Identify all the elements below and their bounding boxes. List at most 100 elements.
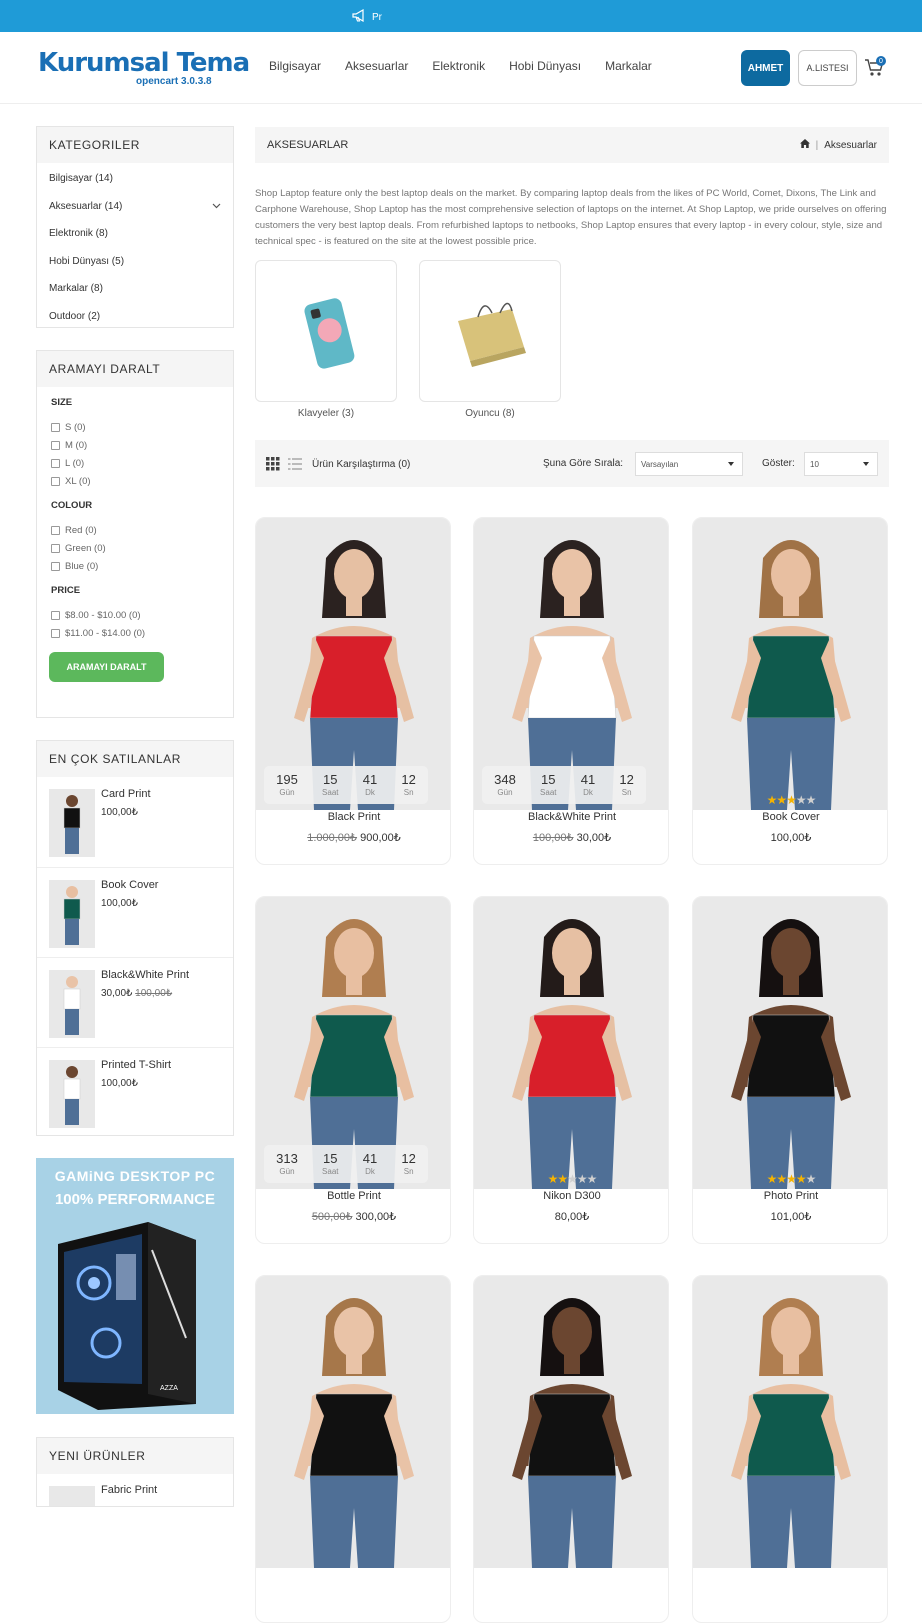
list-view-icon[interactable] <box>288 457 302 476</box>
bestseller-item[interactable]: Black&White Print 30,00₺ 100,00₺ <box>37 957 233 1047</box>
filter-option[interactable]: Green (0) <box>51 539 219 557</box>
price-current: 30,00₺ <box>576 832 612 844</box>
bestsellers-box: EN ÇOK SATILANLAR Card Print 100,00₺ Book… <box>36 740 234 1136</box>
product-card[interactable]: 313 Gün 15 Saat 41 Dk 12 Sn Bottle Print 500,00₺ … <box>255 896 451 1244</box>
checkbox[interactable] <box>51 610 60 620</box>
product-image[interactable] <box>256 1276 450 1568</box>
category-item[interactable]: Markalar (8) <box>37 275 233 303</box>
gaming-pc-banner[interactable]: GAMiNG DESKTOP PC 100% PERFORMANCE AZZA <box>36 1158 234 1414</box>
subcategory-label[interactable]: Klavyeler (3) <box>255 408 397 419</box>
filter-option[interactable]: S (0) <box>51 418 219 436</box>
product-card[interactable] <box>692 1275 888 1623</box>
product-card[interactable]: 195 Gün 15 Saat 41 Dk 12 Sn Black Print 1.000,00₺… <box>255 517 451 865</box>
nav-item-markalar[interactable]: Markalar <box>605 59 652 73</box>
filter-option[interactable]: L (0) <box>51 454 219 472</box>
checkbox[interactable] <box>51 422 60 432</box>
checkbox[interactable] <box>51 543 60 553</box>
product-name[interactable]: Book Cover <box>693 811 887 823</box>
product-thumbnail[interactable] <box>49 970 95 1038</box>
checkbox[interactable] <box>51 476 60 486</box>
bestseller-item[interactable]: Book Cover 100,00₺ <box>37 867 233 957</box>
bestseller-name[interactable]: Black&White Print <box>101 969 189 981</box>
nav-item-elektronik[interactable]: Elektronik <box>432 59 485 73</box>
product-card[interactable]: ★★★★★ Book Cover 100,00₺ <box>692 517 888 865</box>
bestseller-item[interactable]: Card Print 100,00₺ <box>37 777 233 867</box>
checkbox[interactable] <box>51 440 60 450</box>
product-image[interactable] <box>693 897 887 1189</box>
new-product-name[interactable]: Fabric Print <box>101 1484 157 1496</box>
bestseller-name[interactable]: Printed T-Shirt <box>101 1059 171 1071</box>
category-item[interactable]: Outdoor (2) <box>37 303 233 331</box>
subcategory-card[interactable] <box>419 260 561 402</box>
category-item[interactable]: Hobi Dünyası (5) <box>37 248 233 276</box>
price-current: 300,00₺ <box>355 1211 397 1223</box>
bestseller-name[interactable]: Card Print <box>101 788 151 800</box>
countdown-value: 12 <box>401 771 416 787</box>
product-name[interactable]: Nikon D300 <box>474 1190 668 1202</box>
product-thumbnail[interactable] <box>49 880 95 948</box>
bestseller-name[interactable]: Book Cover <box>101 879 158 891</box>
product-thumbnail[interactable] <box>49 789 95 857</box>
subcategory-card[interactable] <box>255 260 397 402</box>
show-label: Göster: <box>762 458 795 469</box>
product-image[interactable] <box>474 1276 668 1568</box>
product-card[interactable]: ★★★★★ Nikon D300 80,00₺ <box>473 896 669 1244</box>
product-price: 101,00₺ <box>693 1210 887 1223</box>
checkbox[interactable] <box>51 628 60 638</box>
category-item[interactable]: Aksesuarlar (14) <box>37 193 233 221</box>
model-photo <box>63 1066 81 1125</box>
category-item[interactable]: Elektronik (8) <box>37 220 233 248</box>
category-item[interactable]: Bilgisayar (14) <box>37 165 233 193</box>
checkbox[interactable] <box>51 561 60 571</box>
product-card[interactable]: ★★★★★ Photo Print 101,00₺ <box>692 896 888 1244</box>
bestseller-item[interactable]: Printed T-Shirt 100,00₺ <box>37 1047 233 1137</box>
subcategory-label[interactable]: Oyuncu (8) <box>419 408 561 419</box>
sort-select[interactable]: Varsayılan <box>635 452 743 476</box>
nav-item-hobi-dunyasi[interactable]: Hobi Dünyası <box>509 59 581 73</box>
breadcrumb-current[interactable]: Aksesuarlar <box>824 140 877 151</box>
apply-filter-button[interactable]: ARAMAYI DARALT <box>49 652 164 682</box>
product-name[interactable]: Photo Print <box>693 1190 887 1202</box>
countdown-cell: 15 Saat <box>322 772 338 799</box>
checkbox[interactable] <box>51 525 60 535</box>
product-image[interactable] <box>474 897 668 1189</box>
countdown-unit: Sn <box>403 1166 414 1176</box>
site-logo[interactable]: Kurumsal Tema opencart 3.0.3.8 <box>38 50 250 87</box>
filter-option[interactable]: Blue (0) <box>51 557 219 575</box>
filter-option[interactable]: M (0) <box>51 436 219 454</box>
nav-item-bilgisayar[interactable]: Bilgisayar <box>269 59 321 73</box>
chevron-down-icon[interactable] <box>212 201 221 212</box>
product-image[interactable] <box>693 518 887 810</box>
rating-stars: ★★★★★ <box>693 793 887 807</box>
compare-link[interactable]: Ürün Karşılaştırma (0) <box>312 459 410 470</box>
cart-count-badge: 0 <box>876 56 886 66</box>
product-image[interactable] <box>693 1276 887 1568</box>
wishlist-button[interactable]: A.LISTESI <box>798 50 857 86</box>
price-current: 101,00₺ <box>770 1211 812 1223</box>
filter-option[interactable]: Red (0) <box>51 521 219 539</box>
announcement[interactable]: Pr <box>352 8 382 25</box>
option-label: Green (0) <box>65 542 106 554</box>
countdown-value: 313 <box>276 1150 298 1166</box>
filter-option[interactable]: $11.00 - $14.00 (0) <box>51 624 219 642</box>
grid-view-icon[interactable] <box>266 457 280 476</box>
filter-option[interactable]: XL (0) <box>51 472 219 490</box>
price-current: 900,00₺ <box>360 832 401 844</box>
filter-box: ARAMAYI DARALT SIZE S (0) M (0) L (0) XL… <box>36 350 234 718</box>
product-thumbnail[interactable] <box>49 1486 95 1506</box>
product-name[interactable]: Black&White Print <box>474 811 668 823</box>
megaphone-icon <box>352 8 368 25</box>
product-name[interactable]: Black Print <box>256 811 450 823</box>
product-card[interactable]: 348 Gün 15 Saat 41 Dk 12 Sn Black&White Print 100… <box>473 517 669 865</box>
product-card[interactable] <box>473 1275 669 1623</box>
account-button[interactable]: AHMET <box>741 50 790 86</box>
product-thumbnail[interactable] <box>49 1060 95 1128</box>
product-card[interactable] <box>255 1275 451 1623</box>
limit-select[interactable]: 10 <box>804 452 878 476</box>
product-name[interactable]: Bottle Print <box>256 1190 450 1202</box>
filter-option[interactable]: $8.00 - $10.00 (0) <box>51 606 219 624</box>
checkbox[interactable] <box>51 458 60 468</box>
price-current: 100,00₺ <box>101 1078 138 1089</box>
nav-item-aksesuarlar[interactable]: Aksesuarlar <box>345 59 408 73</box>
home-icon[interactable] <box>799 139 810 151</box>
